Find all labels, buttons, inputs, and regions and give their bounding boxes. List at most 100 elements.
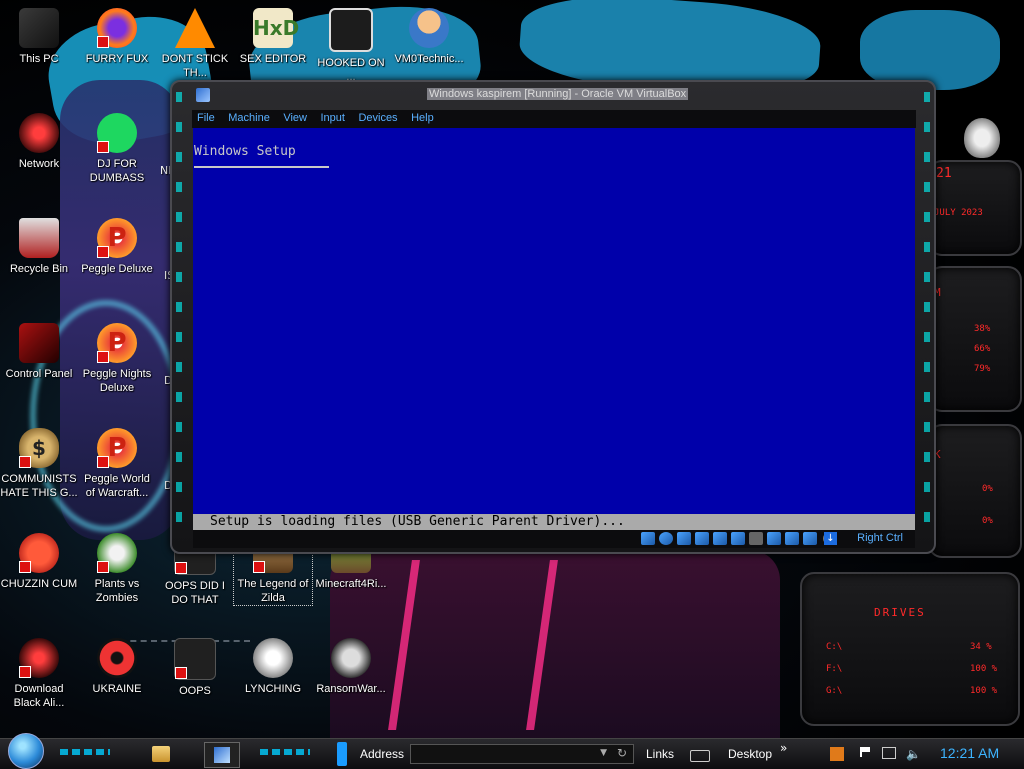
taskbar-virtualbox-button[interactable] — [204, 742, 240, 768]
toolbar-grip[interactable] — [337, 742, 347, 766]
shortcut-arrow-icon — [175, 667, 187, 679]
cpu-virtualization-icon[interactable] — [803, 532, 817, 545]
shortcut-arrow-icon — [19, 561, 31, 573]
tray-app-icon[interactable] — [830, 747, 844, 761]
peggle-icon: P — [97, 428, 137, 468]
hard-disk-icon[interactable] — [641, 532, 655, 545]
virtualbox-icon — [196, 88, 210, 102]
host-key-arrow-icon: ↓ — [824, 532, 837, 545]
pvz-icon — [97, 533, 137, 573]
chevron-right-icon[interactable]: » — [780, 741, 787, 755]
desktop-icon-peggle-wow[interactable]: P Peggle World of Warcraft... — [78, 428, 156, 500]
desktop-icon-hooked-on[interactable]: HOOKED ON ... — [312, 8, 390, 84]
screen-icon[interactable] — [767, 532, 781, 545]
desktop-icon-plants-vs-zombies[interactable]: Plants vs Zombies — [78, 533, 156, 605]
display-icon[interactable] — [749, 532, 763, 545]
desktop-icon-download-black-ali[interactable]: Download Black Ali... — [0, 638, 78, 710]
skull-icon — [331, 638, 371, 678]
menu-view[interactable]: View — [278, 110, 312, 126]
desktop-icon-furry-fux[interactable]: FURRY FUX — [78, 8, 156, 66]
game-icon — [329, 8, 373, 52]
virtualbox-window[interactable]: Windows kaspirem [Running] - Oracle VM V… — [170, 80, 936, 554]
desktop-icon-dont-stick[interactable]: DONT STICK TH... — [156, 8, 234, 80]
taskbar-decoration — [60, 749, 110, 755]
date-day: 21 — [936, 166, 952, 181]
recording-icon[interactable] — [785, 532, 799, 545]
start-button[interactable] — [8, 733, 44, 769]
desktop-icon-ransomware[interactable]: RansomWar... — [312, 638, 390, 696]
setup-status-bar: Setup is loading files (USB Generic Pare… — [193, 514, 915, 530]
desktop-icon-peggle-nights[interactable]: P Peggle Nights Deluxe — [78, 323, 156, 395]
menu-help[interactable]: Help — [406, 110, 439, 126]
taskbar-decoration — [260, 749, 310, 755]
drive-letter: G:\ — [826, 686, 843, 696]
desktop-icon-vm0technic[interactable]: VM0Technic... — [390, 8, 468, 66]
menu-devices[interactable]: Devices — [353, 110, 402, 126]
shortcut-arrow-icon — [175, 562, 187, 574]
vbox-statusbar: ↓ Right Ctrl — [193, 530, 915, 548]
desktop-toolbar[interactable]: Desktop — [728, 747, 772, 761]
oops-icon — [174, 638, 216, 680]
desktop-icon-chuzzin[interactable]: CHUZZIN CUM — [0, 533, 78, 591]
desktop-icon-oops[interactable]: OOPS — [156, 638, 234, 698]
money-bag-icon: $ — [19, 428, 59, 468]
flag-icon[interactable] — [860, 747, 870, 757]
links-toolbar[interactable]: Links — [646, 747, 674, 761]
menu-file[interactable]: File — [192, 110, 220, 126]
window-titlebar[interactable]: Windows kaspirem [Running] - Oracle VM V… — [172, 84, 934, 106]
shortcut-arrow-icon — [97, 351, 109, 363]
net-value-2: 0% — [982, 516, 993, 526]
network-gadget[interactable]: K 0% 0% — [928, 424, 1022, 558]
shortcut-arrow-icon — [19, 456, 31, 468]
usb-icon[interactable] — [713, 532, 727, 545]
shortcut-arrow-icon — [19, 666, 31, 678]
address-bar[interactable]: ▼ ↻ — [410, 744, 634, 764]
desktop-icon-this-pc[interactable]: This PC — [0, 8, 78, 66]
address-input[interactable] — [411, 745, 599, 761]
host-key-label[interactable]: Right Ctrl — [857, 532, 903, 544]
vlc-icon — [175, 8, 215, 48]
desktop-icon-lynching[interactable]: LYNCHING — [234, 638, 312, 696]
drives-gadget[interactable]: DRIVES C:\ 34 % F:\ 100 % G:\ 100 % — [800, 572, 1020, 726]
chevron-down-icon[interactable]: ▼ — [600, 748, 607, 758]
frame-glow-left — [176, 92, 182, 532]
shortcut-arrow-icon — [253, 561, 265, 573]
volume-icon[interactable]: 🔈 — [906, 747, 921, 761]
control-panel-icon — [19, 323, 59, 363]
peggle-icon: P — [97, 218, 137, 258]
refresh-icon[interactable]: ↻ — [617, 746, 627, 760]
shortcut-arrow-icon — [97, 456, 109, 468]
menu-input[interactable]: Input — [315, 110, 349, 126]
cpu-value-3: 79% — [974, 364, 991, 374]
menu-machine[interactable]: Machine — [223, 110, 275, 126]
date-gadget[interactable]: 21 JULY 2023 — [928, 160, 1022, 256]
peggle-icon: P — [97, 323, 137, 363]
desktop-icon-dj-for-dumbass[interactable]: DJ FOR DUMBASS — [78, 113, 156, 185]
audio-icon[interactable] — [677, 532, 691, 545]
cpu-value-2: 66% — [974, 344, 991, 354]
network-icon — [19, 113, 59, 153]
window-title: Windows kaspirem [Running] - Oracle VM V… — [427, 88, 689, 100]
taskbar-clock[interactable]: 12:21 AM — [940, 745, 999, 761]
keyboard-icon[interactable] — [690, 750, 710, 762]
desktop-icon-communists[interactable]: $ COMMUNISTS HATE THIS G... — [0, 428, 78, 500]
cpu-gadget[interactable]: M 38% 66% 79% — [928, 266, 1022, 412]
shared-folders-icon[interactable] — [731, 532, 745, 545]
shortcut-arrow-icon — [97, 561, 109, 573]
desktop-icon-recycle-bin[interactable]: Recycle Bin — [0, 218, 78, 276]
shortcut-arrow-icon — [97, 36, 109, 48]
network-adapter-icon[interactable] — [695, 532, 709, 545]
desktop-icon-peggle-deluxe[interactable]: P Peggle Deluxe — [78, 218, 156, 276]
taskbar: Address ▼ ↻ Links Desktop » 🔈 12:21 AM — [0, 733, 1024, 769]
spotify-icon — [97, 113, 137, 153]
file-explorer-icon[interactable] — [152, 746, 170, 762]
alienware-logo-icon — [964, 118, 1000, 158]
guest-screen[interactable]: Windows Setup — [193, 128, 915, 514]
cpu-value-1: 38% — [974, 324, 991, 334]
desktop-icon-ukraine[interactable]: UKRAINE — [78, 638, 156, 696]
optical-drive-icon[interactable] — [659, 532, 673, 545]
desktop-icon-control-panel[interactable]: Control Panel — [0, 323, 78, 381]
desktop-icon-network[interactable]: Network — [0, 113, 78, 171]
network-tray-icon[interactable] — [882, 747, 896, 759]
desktop-icon-sex-editor[interactable]: HxD SEX EDITOR — [234, 8, 312, 66]
